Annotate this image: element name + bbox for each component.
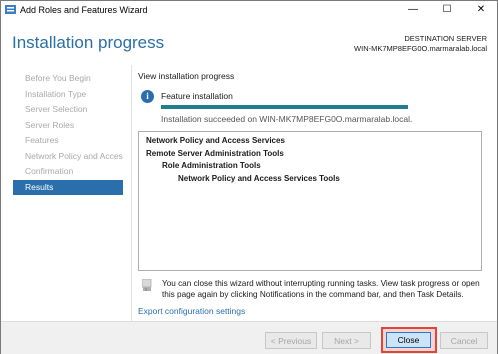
progress-bar xyxy=(161,105,408,109)
wizard-footer: < Previous Next > Close Cancel xyxy=(1,321,497,354)
section-title: View installation progress xyxy=(138,71,235,81)
nav-item-npas: Network Policy and Acces... xyxy=(25,150,123,161)
next-button[interactable]: Next > xyxy=(322,332,371,349)
page-title: Installation progress xyxy=(12,33,165,52)
destination-server-name: WIN-MK7MP8EFG0O.marmaralab.local xyxy=(354,44,487,53)
maximize-button[interactable]: ☐ xyxy=(433,1,461,19)
destination-server: DESTINATION SERVER WIN-MK7MP8EFG0O.marma… xyxy=(354,34,487,54)
wizard-nav: Before You Begin Installation Type Serve… xyxy=(13,71,123,195)
close-wizard-note: You can close this wizard without interr… xyxy=(162,279,480,299)
result-item: Network Policy and Access Services xyxy=(146,136,285,145)
feature-installation-label: Feature installation xyxy=(161,91,233,101)
previous-button[interactable]: < Previous xyxy=(265,332,317,349)
results-list: Network Policy and Access Services Remot… xyxy=(138,131,482,271)
close-button[interactable]: Close xyxy=(386,332,431,348)
svg-text:1: 1 xyxy=(145,287,147,291)
success-message: Installation succeeded on WIN-MK7MP8EFG0… xyxy=(161,114,413,124)
result-item: Network Policy and Access Services Tools xyxy=(178,174,340,183)
result-item: Role Administration Tools xyxy=(162,161,261,170)
nav-item-server-roles: Server Roles xyxy=(25,119,75,130)
nav-item-confirmation: Confirmation xyxy=(25,166,74,176)
wizard-window: Add Roles and Features Wizard — ☐ ✕ Inst… xyxy=(0,0,498,354)
destination-label: DESTINATION SERVER xyxy=(404,34,487,43)
info-icon: i xyxy=(141,90,154,103)
cancel-button[interactable]: Cancel xyxy=(440,332,488,349)
nav-item-features: Features xyxy=(25,135,59,145)
window-title: Add Roles and Features Wizard xyxy=(20,5,148,15)
close-button-highlight: Close xyxy=(381,327,437,353)
nav-item-results[interactable]: Results xyxy=(13,179,123,195)
main-panel: View installation progress i Feature ins… xyxy=(131,65,492,321)
notification-flag-icon: 1 xyxy=(142,279,152,291)
wizard-content: Before You Begin Installation Type Serve… xyxy=(1,65,497,321)
minimize-button[interactable]: — xyxy=(399,1,427,19)
export-configuration-link[interactable]: Export configuration settings xyxy=(138,306,245,316)
result-item: Remote Server Administration Tools xyxy=(146,149,284,158)
close-window-button[interactable]: ✕ xyxy=(467,1,495,19)
server-manager-icon xyxy=(5,5,16,14)
title-bar: Add Roles and Features Wizard — ☐ ✕ xyxy=(1,1,497,19)
nav-item-before-you-begin: Before You Begin xyxy=(25,73,91,83)
nav-item-installation-type: Installation Type xyxy=(25,88,87,99)
nav-item-server-selection: Server Selection xyxy=(25,104,88,114)
wizard-header: Installation progress DESTINATION SERVER… xyxy=(1,19,497,66)
progress-fill xyxy=(161,105,408,109)
